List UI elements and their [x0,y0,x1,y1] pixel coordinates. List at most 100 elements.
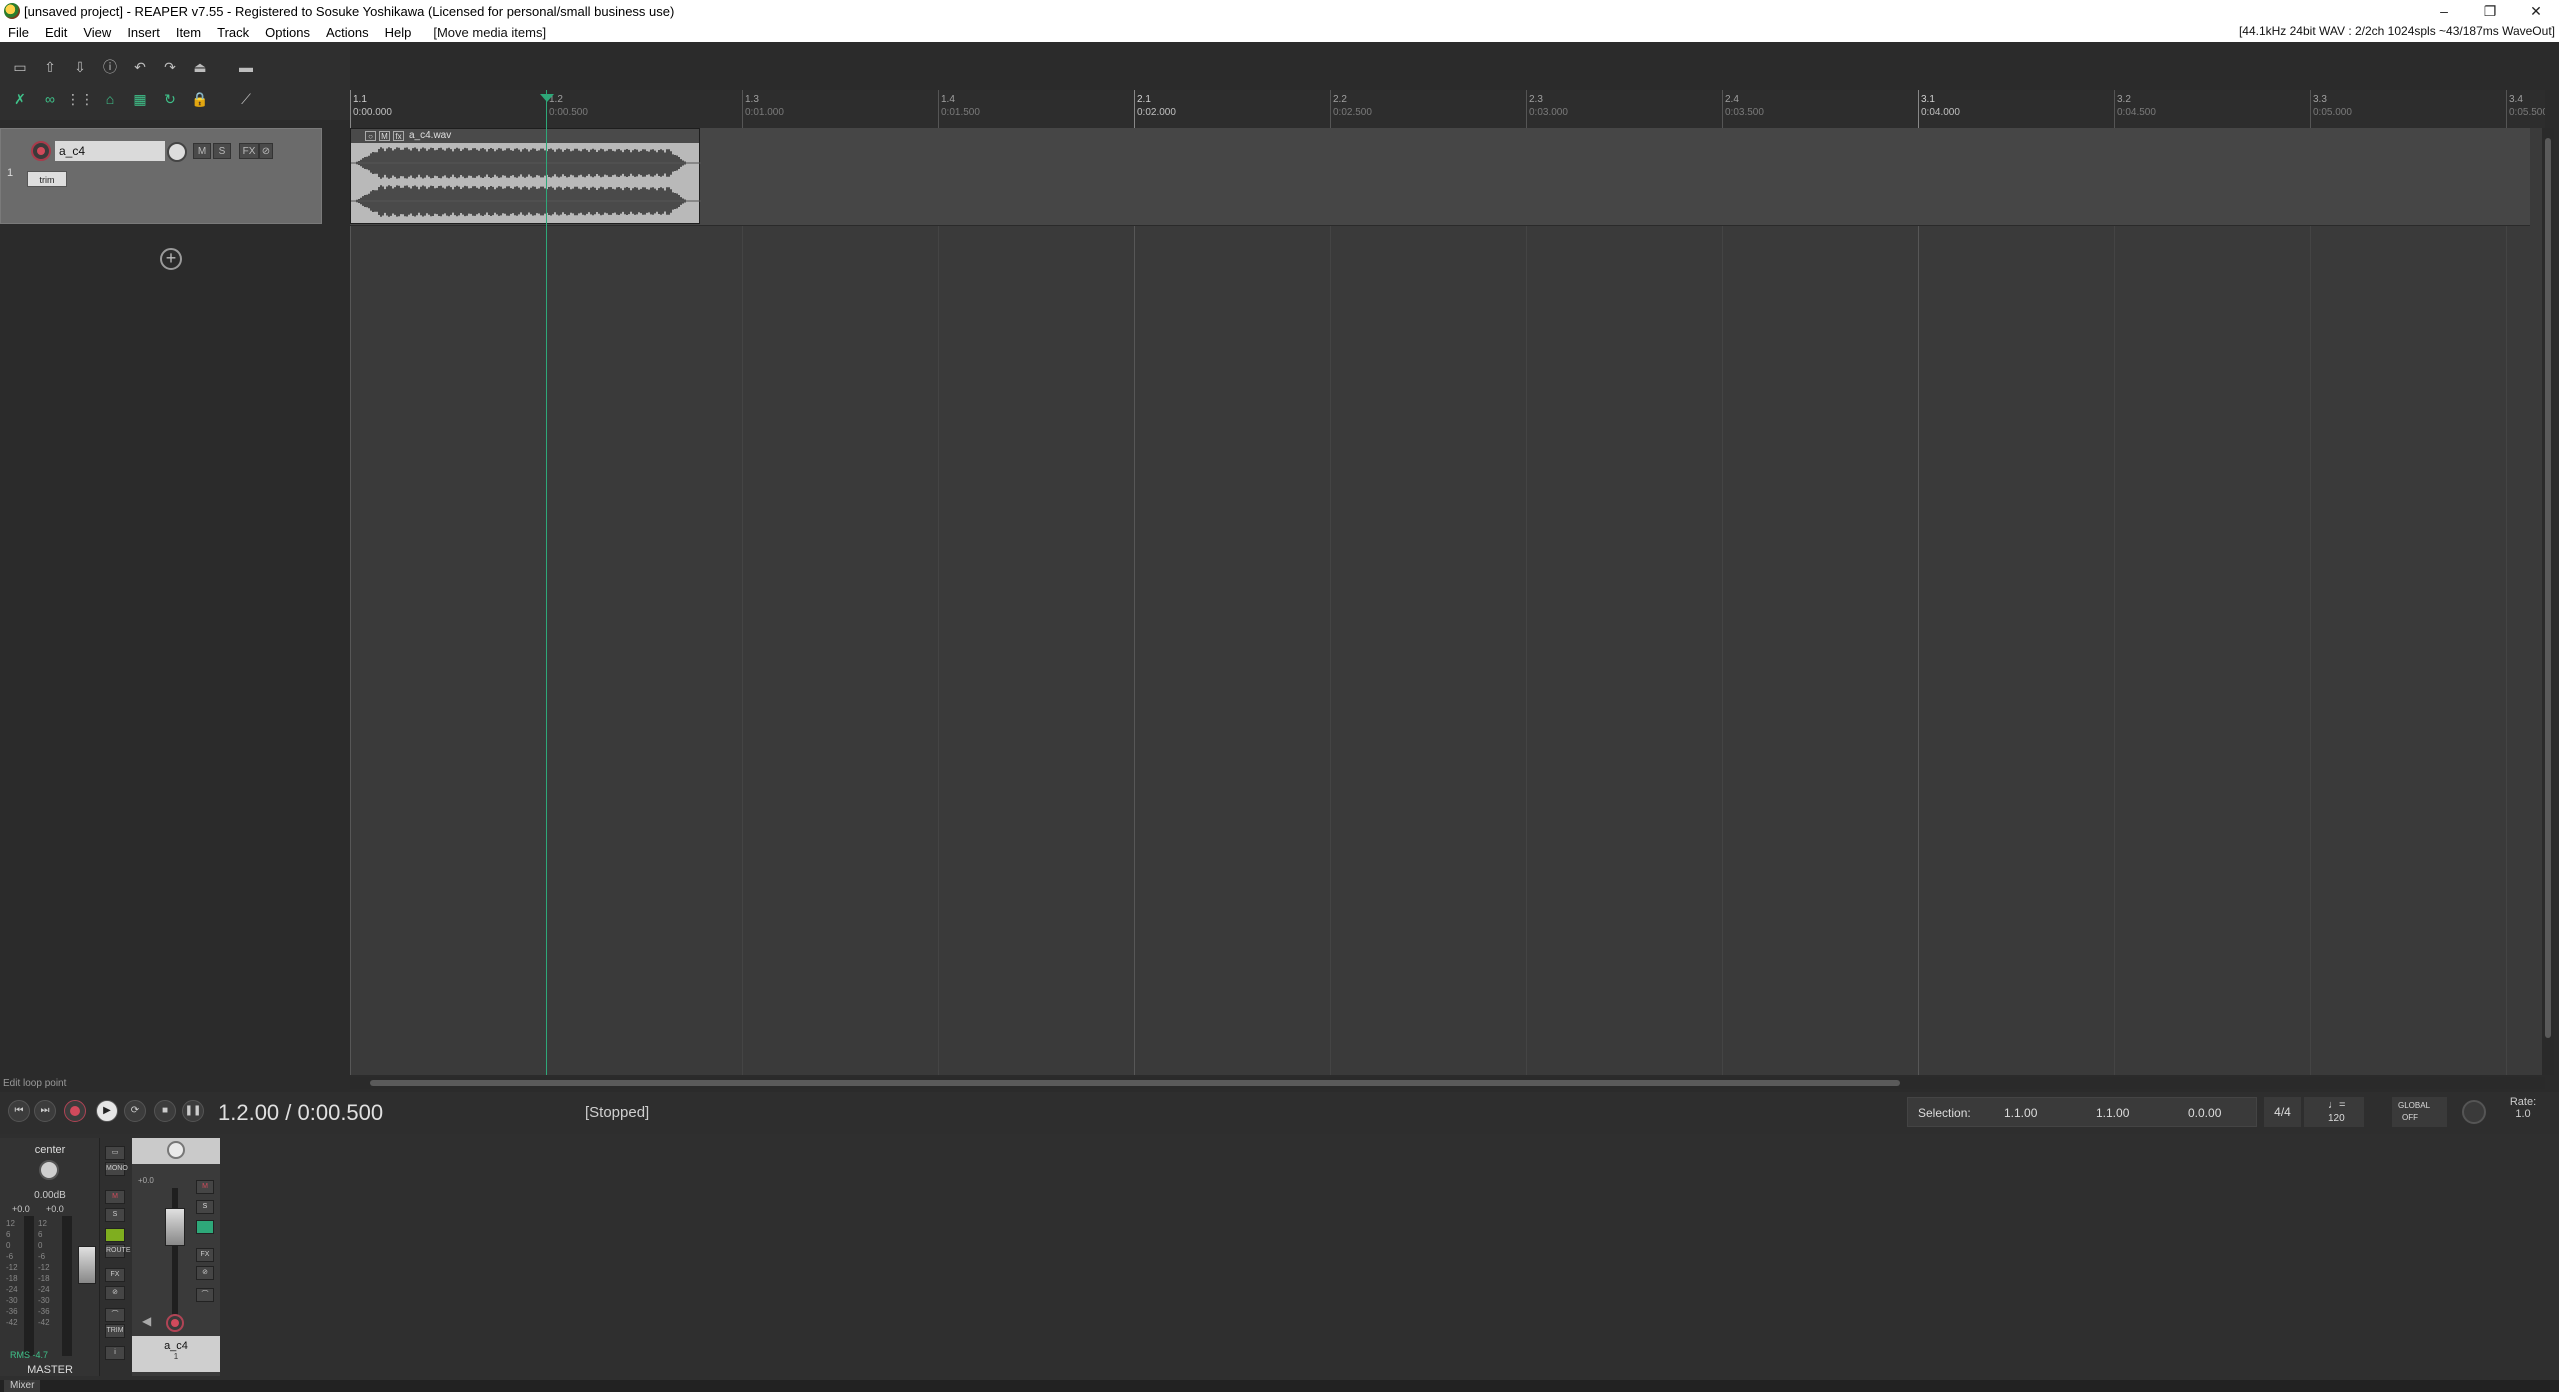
global-automation[interactable]: GLOBAL OFF [2392,1097,2447,1127]
tempo-value[interactable]: 120 [2328,1113,2345,1124]
mute-button[interactable]: M [193,143,211,159]
play-cursor[interactable] [546,90,547,1075]
menu-actions[interactable]: Actions [318,25,377,40]
ruler-mark[interactable]: 2.1 0:02.000 [1134,90,1176,128]
ruler-mark[interactable]: 2.3 0:03.000 [1526,90,1568,128]
track-strip-record-arm[interactable] [166,1314,184,1332]
track-lane[interactable]: ○ M fx a_c4.wav [350,128,2530,226]
open-project-icon[interactable]: ⇧ [38,56,62,78]
link-icon[interactable]: ∞ [38,88,62,110]
grid-lines-icon[interactable]: ▦ [128,88,152,110]
metronome-icon[interactable]: ⏏ [188,56,212,78]
stop-button[interactable]: ■ [154,1100,176,1122]
track-strip-fader[interactable] [165,1208,185,1246]
solo-button[interactable]: S [213,143,231,159]
master-fx-button[interactable]: FX [105,1268,125,1282]
mixer-tab-label[interactable]: Mixer [4,1380,41,1392]
arrange-view[interactable]: 1.1 0:00.000 1.2 0:00.500 1.3 0:01.000 1.4 0:01… [350,90,2545,1075]
ruler-mark[interactable]: 3.2 0:04.500 [2114,90,2156,128]
ruler-mark[interactable]: 3.1 0:04.000 [1918,90,1960,128]
menu-track[interactable]: Track [209,25,257,40]
loop-icon[interactable]: ↻ [158,88,182,110]
grid-icon[interactable]: ⋮⋮ [66,88,94,110]
new-project-icon[interactable]: ▭ [8,56,32,78]
audio-device-status[interactable]: [44.1kHz 24bit WAV : 2/2ch 1024spls ~43/… [2239,24,2555,38]
menu-view[interactable]: View [75,25,119,40]
master-volume[interactable]: 0.00dB [0,1190,100,1201]
timeline-ruler[interactable]: 1.1 0:00.000 1.2 0:00.500 1.3 0:01.000 1.4 0:01… [350,90,2545,128]
restore-button[interactable]: ❐ [2467,0,2513,22]
track-name[interactable]: a_c4 [55,141,165,161]
item-mute-icon[interactable]: M [379,131,390,141]
ripple-icon[interactable]: ✗ [8,88,32,110]
track-header[interactable]: 1 a_c4 M S FX ⊘ trim [0,128,322,224]
ruler-mark[interactable]: 2.4 0:03.500 [1722,90,1764,128]
add-track-button[interactable]: + [160,248,182,270]
track-volume-knob[interactable] [167,142,187,162]
project-settings-icon[interactable]: ⓘ [98,56,122,78]
ruler-mark[interactable]: 1.4 0:01.500 [938,90,980,128]
selection-start[interactable]: 1.1.00 [2004,1106,2037,1120]
track-strip-fx-button[interactable]: FX [196,1248,214,1262]
tempo-display[interactable]: ♩= 120 [2304,1097,2364,1127]
horizontal-scrollbar[interactable] [350,1077,2545,1089]
mixer-dock-tab[interactable]: Mixer [0,1380,2559,1392]
speaker-icon[interactable]: ◀ [142,1314,151,1328]
item-fx-icon[interactable]: fx [393,131,404,141]
track-strip-envelope-button[interactable] [196,1220,214,1234]
snap-icon[interactable]: ⌂ [98,88,122,110]
go-to-start-button[interactable]: ⏮ [8,1100,30,1122]
selection-length[interactable]: 0.0.00 [2188,1106,2221,1120]
item-lock-icon[interactable]: ○ [365,131,376,141]
menu-file[interactable]: File [0,25,37,40]
record-arm-button[interactable] [31,141,51,161]
ruler-mark[interactable]: 1.3 0:01.000 [742,90,784,128]
master-mono-button[interactable]: MONO [105,1162,128,1176]
ruler-mark[interactable]: 2.2 0:02.500 [1330,90,1372,128]
master-envelope-button[interactable] [105,1228,125,1242]
master-info-button[interactable]: i [105,1346,125,1360]
horizontal-scroll-thumb[interactable] [370,1080,1900,1086]
undo-icon[interactable]: ↶ [128,56,152,78]
master-io-button[interactable]: ▭ [105,1146,125,1160]
minimize-button[interactable]: – [2421,0,2467,22]
selection-display[interactable]: Selection: 1.1.00 1.1.00 0.0.00 [1907,1097,2257,1127]
fx-button[interactable]: FX [239,143,259,159]
master-pan-knob[interactable] [39,1160,59,1180]
repeat-button[interactable]: ⟳ [124,1100,146,1122]
trim-envelope-button[interactable]: trim [27,171,67,187]
master-fx-bypass-button[interactable]: ⊘ [105,1286,125,1300]
record-button[interactable] [64,1100,86,1122]
track-strip-automation-button[interactable]: ⌒ [196,1288,214,1302]
track-lanes[interactable]: ○ M fx a_c4.wav [350,128,2530,1075]
pause-button[interactable]: ❚❚ [182,1100,204,1122]
io-button[interactable]: ⊘ [259,143,273,159]
master-automation-button[interactable]: ⌒ [105,1308,125,1322]
time-display[interactable]: 1.2.00 / 0:00.500 [218,1100,383,1126]
go-to-end-button[interactable]: ⏭ [34,1100,56,1122]
redo-icon[interactable]: ↷ [158,56,182,78]
time-signature[interactable]: 4/4 [2264,1097,2301,1127]
close-button[interactable]: ✕ [2513,0,2559,22]
track-strip-mute-button[interactable]: M [196,1180,214,1194]
save-project-icon[interactable]: ⇩ [68,56,92,78]
envelope-icon[interactable]: ⟋ [234,88,258,110]
vertical-scrollbar[interactable] [2542,128,2554,1075]
media-item[interactable]: ○ M fx a_c4.wav [350,128,701,224]
menu-insert[interactable]: Insert [119,25,168,40]
track-strip-name[interactable]: a_c4 1 [132,1336,220,1372]
master-route-button[interactable]: ROUTE [105,1244,131,1258]
toggle-icon[interactable]: ▬ [234,56,258,78]
ruler-mark[interactable]: 3.3 0:05.000 [2310,90,2352,128]
master-solo-button[interactable]: S [105,1208,125,1222]
ruler-mark[interactable]: 3.4 0:05.500 [2506,90,2545,128]
menu-edit[interactable]: Edit [37,25,75,40]
menu-options[interactable]: Options [257,25,318,40]
lock-icon[interactable]: 🔒 [188,88,212,110]
master-trim-button[interactable]: TRIM [105,1324,125,1338]
rate-value[interactable]: 1.0 [2498,1108,2548,1120]
master-mute-button[interactable]: M [105,1190,125,1204]
play-cursor-head[interactable] [540,94,554,102]
play-button[interactable]: ▶ [96,1100,118,1122]
master-fader[interactable] [78,1246,96,1284]
